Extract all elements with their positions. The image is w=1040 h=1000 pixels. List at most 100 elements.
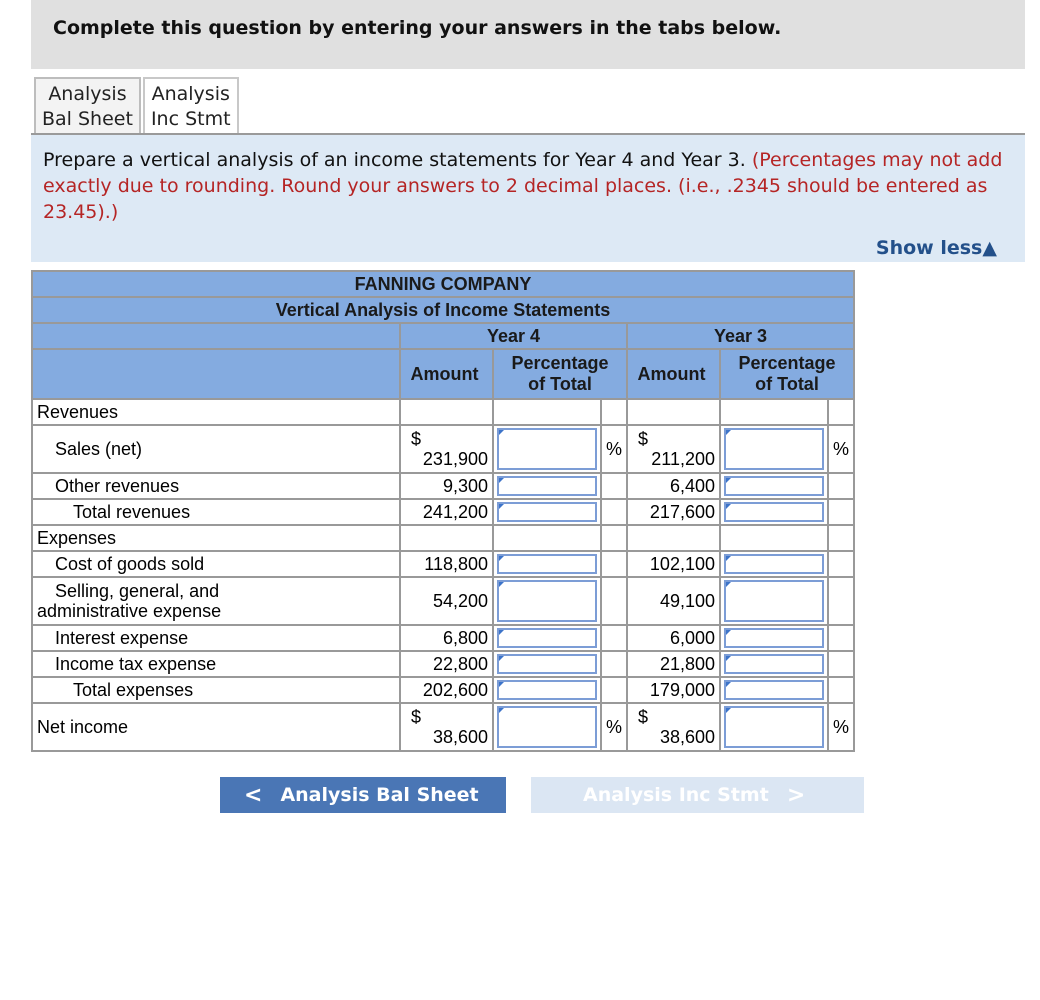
show-less-link[interactable]: Show less▲ <box>876 237 997 259</box>
percent-sign: % <box>827 424 855 474</box>
pct-input-y4-net-income[interactable] <box>497 706 597 748</box>
pct-input-y3-cogs[interactable] <box>724 554 824 574</box>
amount-y3: 21,800 <box>626 650 721 678</box>
row-label: Cost of goods sold <box>31 550 401 578</box>
pct-input-y3-total-expenses[interactable] <box>724 680 824 700</box>
table-title: Vertical Analysis of Income Statements <box>31 296 855 324</box>
pct-input-y3-sga[interactable] <box>724 580 824 622</box>
amount-y4: 241,200 <box>399 498 494 526</box>
tab-analysis-inc-stmt[interactable]: Analysis Inc Stmt <box>142 77 239 134</box>
pct-input-y3-total-revenues[interactable] <box>724 502 824 522</box>
header-pct-line2: of Total <box>528 374 592 394</box>
tab-label-line1: Analysis <box>151 83 230 105</box>
instructions-main: Prepare a vertical analysis of an income… <box>43 149 746 171</box>
instructions-text: Prepare a vertical analysis of an income… <box>43 147 1013 225</box>
header-pct-line1: Percentage <box>738 353 836 373</box>
pct-input-y4-total-revenues[interactable] <box>497 502 597 522</box>
row-label: Selling, general, and administrative exp… <box>31 576 401 626</box>
percent-sign: % <box>827 702 855 752</box>
header-blank <box>31 348 401 400</box>
section-label: Expenses <box>31 524 401 552</box>
tab-analysis-bal-sheet[interactable]: Analysis Bal Sheet <box>34 77 141 134</box>
pct-input-y4-total-expenses[interactable] <box>497 680 597 700</box>
row-label-line1: Selling, general, and <box>55 581 220 601</box>
tab-label-line1: Analysis <box>48 83 127 105</box>
amount-y4: 9,300 <box>399 472 494 500</box>
currency-symbol: $ <box>638 706 649 727</box>
vertical-analysis-table: FANNING COMPANY Vertical Analysis of Inc… <box>31 270 855 752</box>
amount-y4: 54,200 <box>399 576 494 626</box>
row-label: Total expenses <box>31 676 401 704</box>
amount-value: 211,200 <box>651 448 715 469</box>
prev-tab-label: Analysis Bal Sheet <box>280 784 479 806</box>
pct-input-y3-interest[interactable] <box>724 628 824 648</box>
amount-value: 38,600 <box>432 726 488 747</box>
amount-y3: 6,400 <box>626 472 721 500</box>
currency-symbol: $ <box>411 428 422 449</box>
header-blank <box>31 322 401 350</box>
amount-y3: 102,100 <box>626 550 721 578</box>
pct-input-y4-income-tax[interactable] <box>497 654 597 674</box>
instruction-banner: Complete this question by entering your … <box>31 0 1025 69</box>
row-label: Sales (net) <box>31 424 401 474</box>
tab-bar: Analysis Bal Sheet Analysis Inc Stmt <box>34 77 239 134</box>
section-expenses-row: Expenses <box>31 524 855 552</box>
percent-sign: % <box>600 424 628 474</box>
pct-input-y4-interest[interactable] <box>497 628 597 648</box>
prev-tab-button[interactable]: < Analysis Bal Sheet <box>220 777 506 813</box>
amount-value: 231,900 <box>422 448 488 469</box>
header-pct-line1: Percentage <box>511 353 609 373</box>
row-label: Income tax expense <box>31 650 401 678</box>
row-label: Total revenues <box>31 498 401 526</box>
header-year4: Year 4 <box>399 322 628 350</box>
pct-input-y4-other-revenues[interactable] <box>497 476 597 496</box>
next-tab-label: Analysis Inc Stmt <box>583 784 769 806</box>
currency-symbol: $ <box>638 428 649 449</box>
table-row-other-revenues: Other revenues 9,300 6,400 <box>31 472 855 500</box>
pct-input-y4-sga[interactable] <box>497 580 597 622</box>
banner-text: Complete this question by entering your … <box>53 17 782 39</box>
section-label: Revenues <box>31 398 401 426</box>
amount-y4: 6,800 <box>399 624 494 652</box>
pct-input-y4-cogs[interactable] <box>497 554 597 574</box>
row-label: Other revenues <box>31 472 401 500</box>
chevron-left-icon: < <box>244 782 263 808</box>
amount-y4: $38,600 <box>399 702 494 752</box>
show-less-label: Show less <box>875 237 983 259</box>
row-label-line2: administrative expense <box>37 601 222 621</box>
amount-y3: $211,200 <box>626 424 721 474</box>
table-row-interest: Interest expense 6,800 6,000 <box>31 624 855 652</box>
header-year3: Year 3 <box>626 322 855 350</box>
chevron-right-icon: > <box>786 782 806 808</box>
table-row-total-expenses: Total expenses 202,600 179,000 <box>31 676 855 704</box>
instructions-panel: Prepare a vertical analysis of an income… <box>31 135 1025 262</box>
header-pct-y4: Percentage of Total <box>492 348 628 400</box>
amount-y3: 6,000 <box>626 624 721 652</box>
amount-y4: 118,800 <box>399 550 494 578</box>
amount-y3: 49,100 <box>626 576 721 626</box>
amount-y3: 217,600 <box>626 498 721 526</box>
table-row-sales: Sales (net) $231,900 % $211,200 % <box>31 424 855 474</box>
tab-label-line2: Inc Stmt <box>150 108 231 130</box>
row-label: Net income <box>31 702 401 752</box>
pct-input-y4-sales[interactable] <box>497 428 597 470</box>
table-row-net-income: Net income $38,600 % $38,600 % <box>31 702 855 752</box>
header-pct-line2: of Total <box>755 374 819 394</box>
pct-input-y3-net-income[interactable] <box>724 706 824 748</box>
table-row-cogs: Cost of goods sold 118,800 102,100 <box>31 550 855 578</box>
header-amount-y4: Amount <box>399 348 494 400</box>
percent-sign: % <box>600 702 628 752</box>
header-amount-y3: Amount <box>626 348 721 400</box>
table-row-sga: Selling, general, and administrative exp… <box>31 576 855 626</box>
next-tab-button[interactable]: Analysis Inc Stmt > <box>531 777 864 813</box>
header-pct-y3: Percentage of Total <box>719 348 855 400</box>
tab-label-line2: Bal Sheet <box>42 108 133 130</box>
pct-input-y3-income-tax[interactable] <box>724 654 824 674</box>
triangle-up-icon: ▲ <box>982 237 997 259</box>
section-revenues-row: Revenues <box>31 398 855 426</box>
pct-input-y3-other-revenues[interactable] <box>724 476 824 496</box>
pct-input-y3-sales[interactable] <box>724 428 824 470</box>
amount-y4: 22,800 <box>399 650 494 678</box>
row-label: Interest expense <box>31 624 401 652</box>
company-name: FANNING COMPANY <box>31 270 855 298</box>
